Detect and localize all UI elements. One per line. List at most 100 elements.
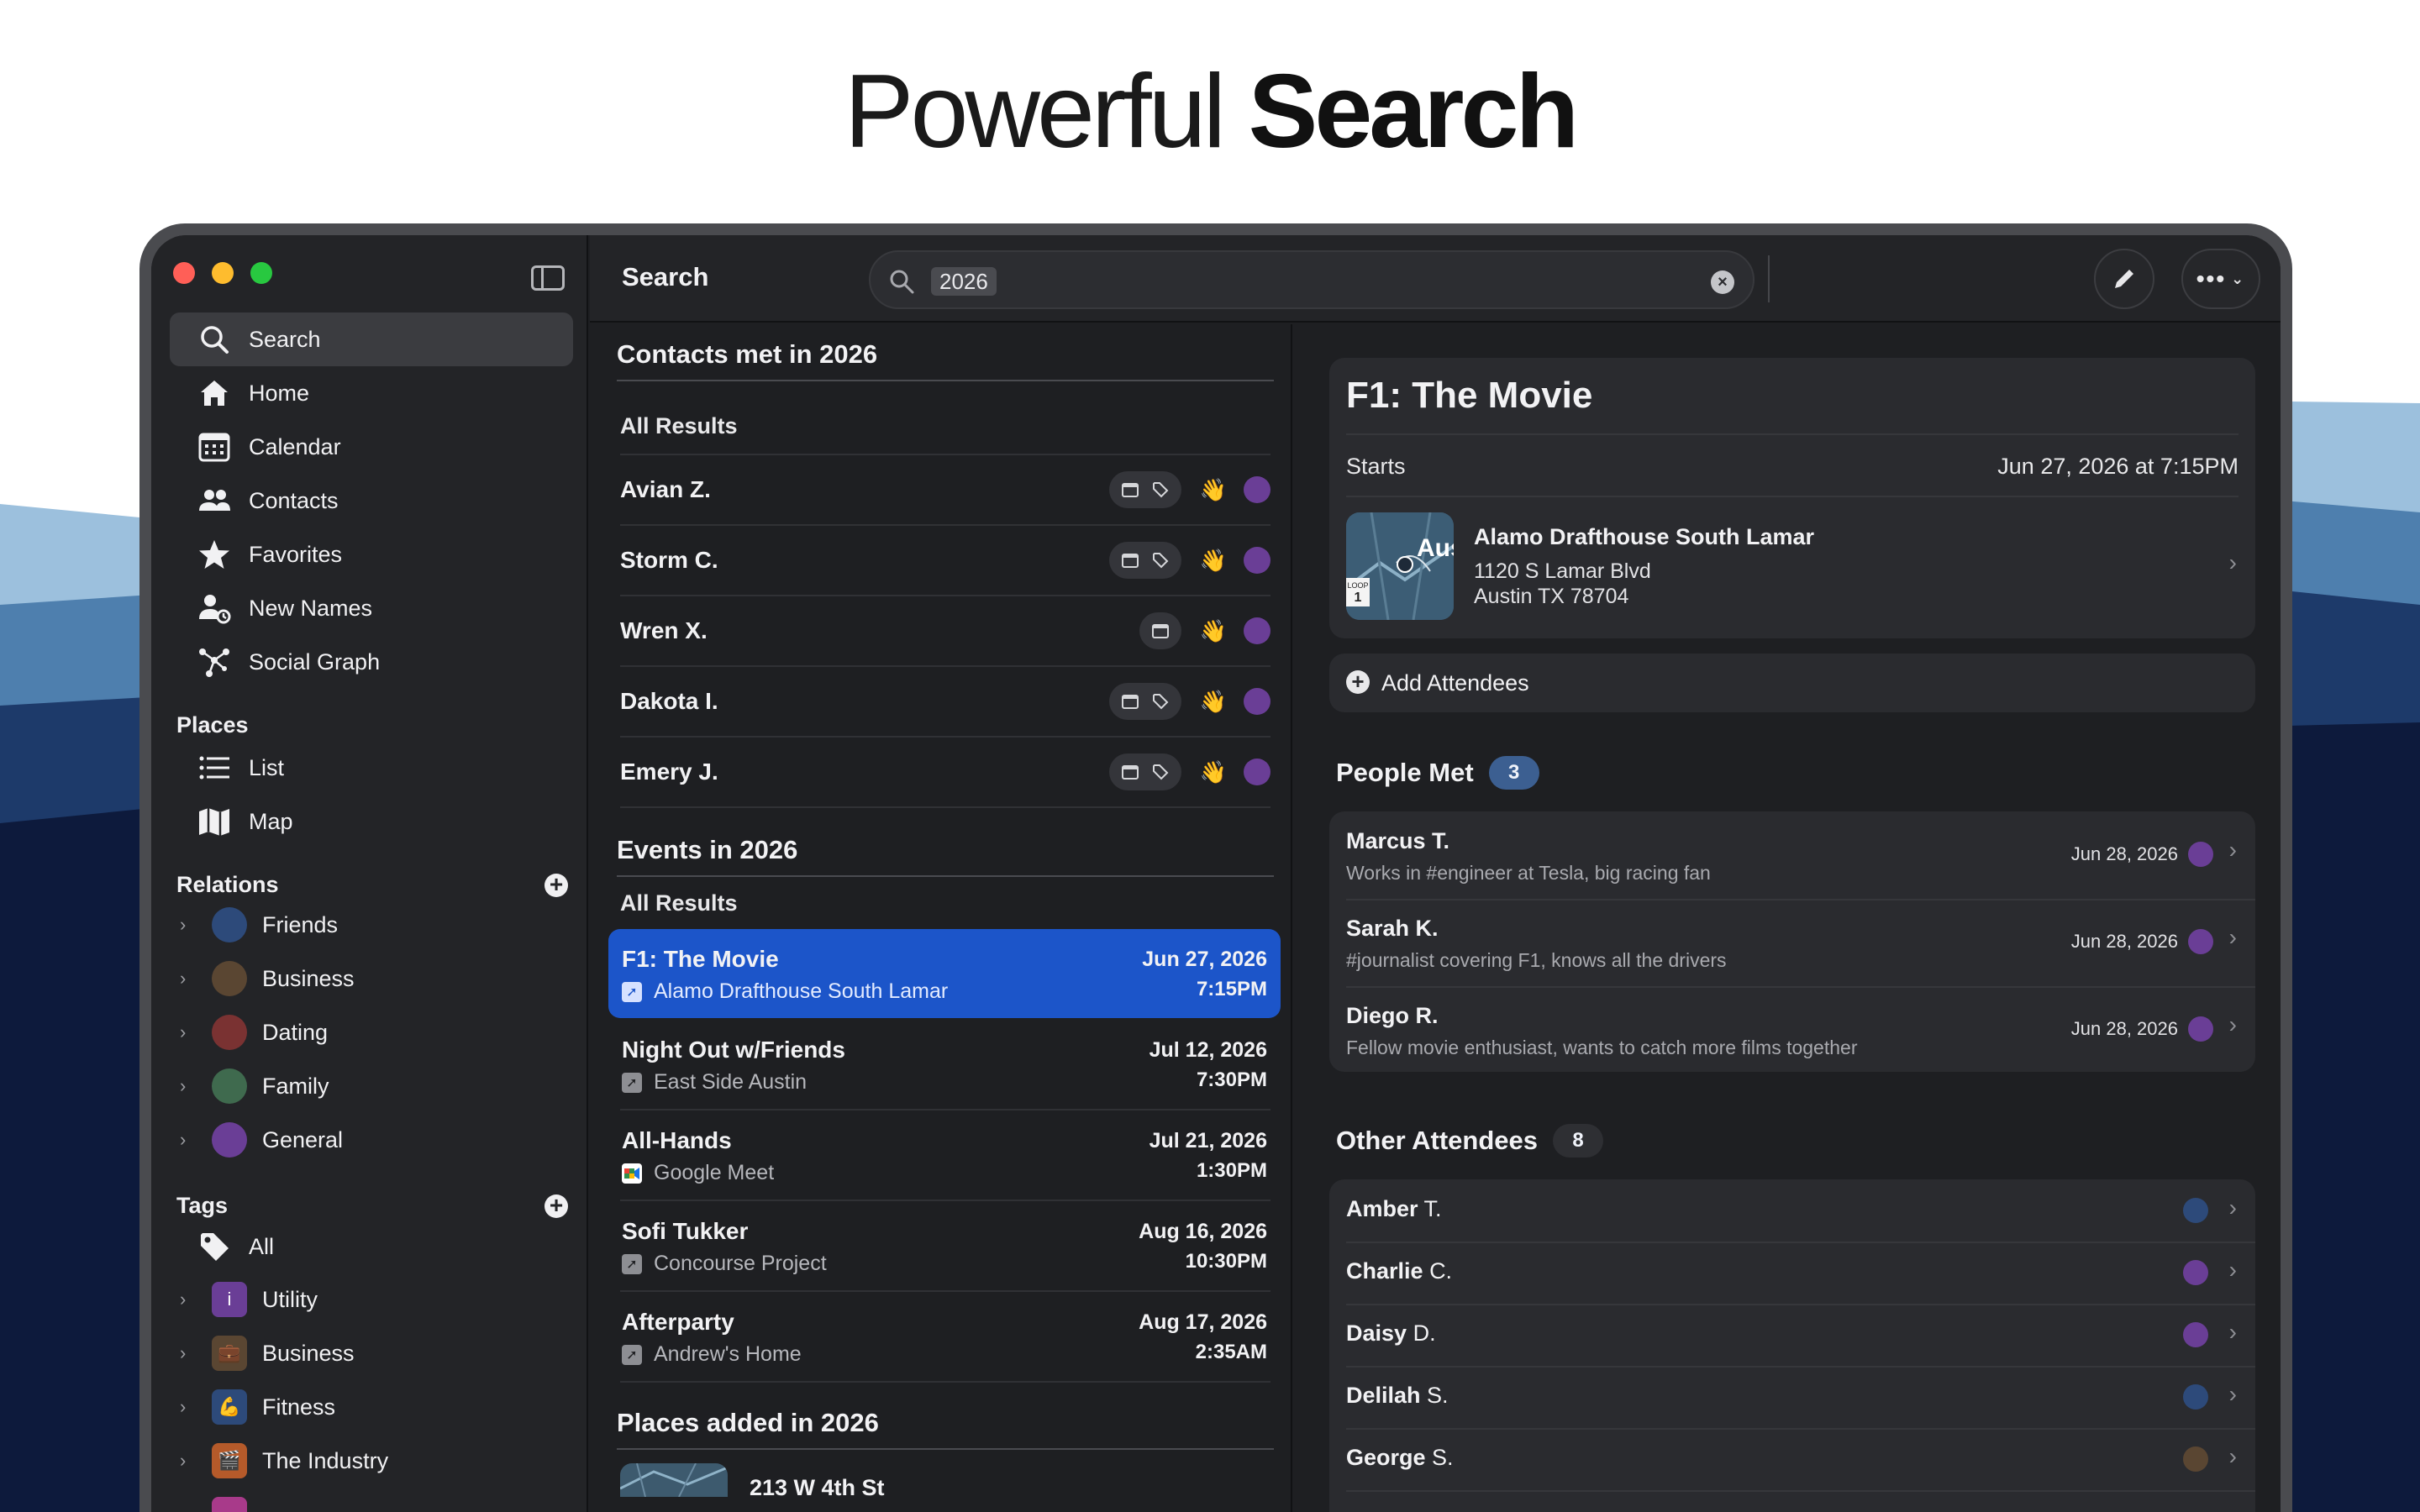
attendee-row[interactable]: George S. ›	[1329, 1428, 2255, 1490]
wave-icon: 👋	[1199, 617, 1227, 643]
sidebar-item-search[interactable]: Search	[170, 312, 573, 366]
sidebar-item-new-names[interactable]: New Names	[170, 581, 573, 635]
sidebar-item-label: All	[249, 1233, 275, 1259]
chevron-right-icon[interactable]: ›	[2229, 924, 2237, 951]
chevron-right-icon[interactable]: ›	[180, 1450, 202, 1472]
more-menu-button[interactable]: ••• ⌄	[2181, 249, 2260, 309]
tag-color-icon	[212, 1497, 247, 1512]
chevron-right-icon[interactable]: ›	[180, 1021, 202, 1043]
chevron-right-icon[interactable]: ›	[2229, 1319, 2237, 1346]
chevron-right-icon[interactable]: ›	[180, 1396, 202, 1418]
add-relation-button[interactable]: +	[544, 873, 568, 897]
sidebar-item-label: List	[249, 754, 285, 780]
contact-tags-pill	[1108, 683, 1181, 720]
attendee-last-name: S.	[1432, 1445, 1454, 1470]
chevron-right-icon[interactable]: ›	[2229, 1257, 2237, 1284]
tag-icon	[1152, 694, 1169, 710]
edit-button[interactable]	[2094, 249, 2154, 309]
sidebar-item-social-graph[interactable]: Social Graph	[170, 635, 573, 689]
briefcase-icon: 💼	[212, 1336, 247, 1371]
person-met-date: Jun 28, 2026	[2070, 931, 2178, 952]
location-arrow-icon: ➚	[622, 1344, 642, 1365]
star-icon	[195, 535, 234, 574]
sidebar-item-contacts[interactable]: Contacts	[170, 474, 573, 528]
ellipsis-icon: •••	[2196, 265, 2227, 291]
sidebar-item-tag[interactable]: › 💪 Fitness	[170, 1381, 573, 1433]
attendee-row[interactable]: Amber T. ›	[1329, 1179, 2255, 1242]
minimize-window-button[interactable]	[212, 262, 234, 284]
contact-row[interactable]: Dakota I. 👋	[620, 667, 1270, 736]
sidebar-item-places-map[interactable]: Map	[170, 795, 573, 848]
chevron-right-icon[interactable]: ›	[180, 1129, 202, 1151]
contact-tags-pill	[1108, 753, 1181, 790]
person-met-row[interactable]: Diego R. Fellow movie enthusiast, wants …	[1329, 986, 2255, 1074]
person-met-row[interactable]: Sarah K. #journalist covering F1, knows …	[1329, 899, 2255, 986]
sidebar-item-relation[interactable]: › Dating	[170, 1006, 573, 1058]
chevron-right-icon[interactable]: ›	[2229, 837, 2237, 864]
starts-value[interactable]: Jun 27, 2026 at 7:15PM	[1997, 454, 2238, 480]
chevron-right-icon[interactable]: ›	[2229, 1194, 2237, 1221]
sidebar-item-relation[interactable]: › Business	[170, 953, 573, 1005]
contacts-all-results[interactable]: All Results	[620, 413, 738, 439]
events-all-results[interactable]: All Results	[620, 890, 738, 916]
add-attendees-button[interactable]: + Add Attendees	[1329, 654, 2255, 712]
sidebar-item-places-list[interactable]: List	[170, 741, 573, 795]
event-row[interactable]: Night Out w/Friends ➚ East Side Austin Ju…	[608, 1020, 1281, 1109]
search-icon	[195, 320, 234, 359]
attendee-last-name: D.	[1413, 1320, 1436, 1346]
contact-row[interactable]: Storm C. 👋	[620, 526, 1270, 595]
sidebar-item-tag[interactable]: › 💼 Business	[170, 1327, 573, 1379]
chevron-right-icon[interactable]: ›	[2229, 1443, 2237, 1470]
attendee-row[interactable]: Daisy D. ›	[1329, 1304, 2255, 1366]
chevron-right-icon[interactable]: ›	[2229, 549, 2237, 576]
chevron-right-icon[interactable]: ›	[2229, 1011, 2237, 1038]
tag-label: The Industry	[262, 1447, 389, 1473]
clear-search-icon[interactable]: ×	[1711, 270, 1734, 294]
sidebar-toggle-icon[interactable]	[531, 265, 565, 291]
chevron-right-icon[interactable]: ›	[180, 1289, 202, 1310]
venue-map-thumbnail[interactable]: LOOP 1 Aus	[1346, 512, 1454, 620]
chevron-right-icon[interactable]: ›	[180, 914, 202, 936]
sidebar-item-relation[interactable]: › Family	[170, 1060, 573, 1112]
people-met-title: People Met	[1336, 758, 1474, 787]
contact-row[interactable]: Wren X. 👋	[620, 596, 1270, 665]
relation-dot	[2188, 929, 2213, 954]
event-row[interactable]: All-Hands Google Meet Jul 21, 2026 1:30P…	[608, 1110, 1281, 1200]
sidebar-item-relation[interactable]: › General	[170, 1114, 573, 1166]
sidebar-item-tag-all[interactable]: All	[170, 1220, 573, 1273]
sidebar-item-tag[interactable]: › i Utility	[170, 1273, 573, 1326]
contact-tags-pill	[1108, 471, 1181, 508]
sidebar-item-calendar[interactable]: Calendar	[170, 420, 573, 474]
attendee-row[interactable]: Charlie C. ›	[1329, 1242, 2255, 1304]
page-title: Search	[622, 262, 709, 291]
contact-name: Emery J.	[620, 759, 718, 785]
contact-row[interactable]: Avian Z. 👋	[620, 455, 1270, 524]
close-window-button[interactable]	[173, 262, 195, 284]
event-row[interactable]: Sofi Tukker ➚ Concourse Project Aug 16, 2…	[608, 1201, 1281, 1290]
place-name[interactable]: 213 W 4th St	[750, 1475, 885, 1501]
event-row[interactable]: F1: The Movie ➚ Alamo Drafthouse South La…	[608, 929, 1281, 1018]
person-met-row[interactable]: Marcus T. Works in #engineer at Tesla, b…	[1329, 811, 2255, 899]
event-detail-title[interactable]: F1: The Movie	[1346, 375, 1592, 417]
sidebar-item-relation[interactable]: › Friends	[170, 899, 573, 951]
search-query-token[interactable]: 2026	[931, 267, 997, 296]
sidebar-item-home[interactable]: Home	[170, 366, 573, 420]
headline-bold: Search	[1248, 54, 1580, 170]
attendee-row[interactable]: Delilah S. ›	[1329, 1366, 2255, 1428]
search-input[interactable]: 2026 ×	[869, 250, 1754, 309]
chevron-right-icon[interactable]: ›	[180, 1342, 202, 1364]
chevron-right-icon[interactable]: ›	[180, 968, 202, 990]
attendee-first-name: Charlie	[1346, 1258, 1423, 1284]
sidebar-item-tag[interactable]	[170, 1488, 573, 1512]
relation-color-dot	[212, 961, 247, 996]
chevron-right-icon[interactable]: ›	[2229, 1381, 2237, 1408]
sidebar-item-tag[interactable]: › 🎬 The Industry	[170, 1435, 573, 1487]
contact-name: Dakota I.	[620, 688, 718, 714]
event-row[interactable]: Afterparty ➚ Andrew's Home Aug 17, 2026 2…	[608, 1292, 1281, 1381]
sidebar-item-favorites[interactable]: Favorites	[170, 528, 573, 581]
chevron-right-icon[interactable]: ›	[180, 1075, 202, 1097]
zoom-window-button[interactable]	[250, 262, 272, 284]
add-tag-button[interactable]: +	[544, 1194, 568, 1218]
place-map-thumbnail[interactable]	[620, 1463, 728, 1497]
contact-row[interactable]: Emery J. 👋	[620, 738, 1270, 806]
